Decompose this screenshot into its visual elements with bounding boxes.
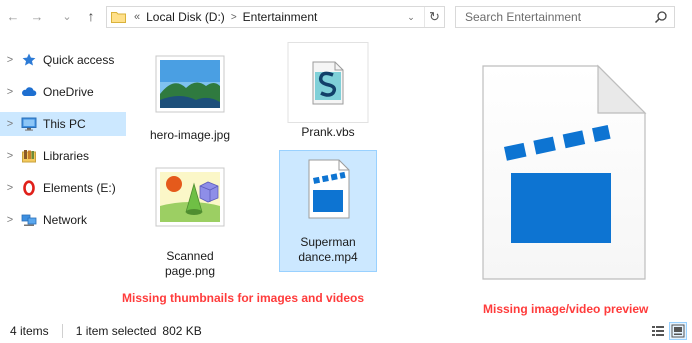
status-bar: 4 items 1 item selected 802 KB bbox=[0, 318, 692, 343]
search-icon[interactable] bbox=[654, 10, 668, 24]
address-toolbar: ← → ⌄ ↑ « Local Disk (D:) > Entertainmen… bbox=[0, 0, 692, 34]
nav-item-label: Quick access bbox=[43, 53, 115, 67]
back-button[interactable]: ← bbox=[4, 6, 22, 26]
file-name: Prank.vbs bbox=[301, 125, 355, 139]
video-clapper-icon bbox=[308, 159, 350, 219]
vbscript-icon bbox=[287, 42, 369, 123]
preview-pane bbox=[480, 63, 650, 283]
file-item-prank-vbs[interactable]: Prank.vbs bbox=[279, 42, 377, 140]
selection-count: 1 item selected bbox=[75, 323, 157, 338]
file-item-hero-image[interactable]: hero-image.jpg bbox=[141, 42, 239, 143]
refresh-icon[interactable]: ↻ bbox=[424, 7, 444, 27]
nav-item-quick-access[interactable]: > Quick access bbox=[0, 48, 126, 72]
expand-chevron-icon[interactable]: > bbox=[1, 150, 19, 162]
nav-item-label: Libraries bbox=[43, 149, 90, 163]
video-file-preview-icon bbox=[482, 64, 647, 280]
selection-size: 802 KB bbox=[162, 323, 202, 338]
address-bar[interactable]: « Local Disk (D:) > Entertainment ⌄ ↻ bbox=[106, 6, 445, 28]
nav-item-label: OneDrive bbox=[43, 85, 94, 99]
star-icon bbox=[22, 53, 36, 66]
search-input[interactable] bbox=[456, 7, 646, 27]
breadcrumb-overflow[interactable]: « bbox=[134, 11, 140, 23]
nav-item-this-pc[interactable]: > This PC bbox=[0, 112, 126, 136]
details-view-button[interactable] bbox=[650, 323, 666, 339]
status-divider bbox=[61, 323, 63, 338]
nav-item-elements-drive[interactable]: > Elements (E:) bbox=[0, 176, 126, 200]
expand-chevron-icon[interactable]: > bbox=[1, 182, 19, 194]
large-icons-view-icon bbox=[671, 324, 685, 338]
nav-item-libraries[interactable]: > Libraries bbox=[0, 144, 126, 168]
shapes-image-icon bbox=[155, 167, 225, 227]
file-name: hero-image.jpg bbox=[149, 128, 231, 142]
back-arrow-icon: ← bbox=[6, 8, 20, 24]
network-icon bbox=[21, 214, 37, 226]
file-list: hero-image.jpg Prank.vbs Scanned page.pn… bbox=[130, 34, 420, 314]
up-arrow-icon: ↑ bbox=[87, 8, 95, 24]
annotation-missing-preview: Missing image/video preview bbox=[483, 302, 649, 316]
nav-item-onedrive[interactable]: > OneDrive bbox=[0, 80, 126, 104]
landscape-image-icon bbox=[155, 55, 225, 113]
nav-item-network[interactable]: > Network bbox=[0, 208, 126, 232]
nav-item-label: This PC bbox=[43, 117, 86, 131]
expand-chevron-icon[interactable]: > bbox=[1, 118, 19, 130]
drive-o-icon bbox=[23, 180, 35, 196]
file-item-superman-dance[interactable]: Superman dance.mp4 bbox=[279, 150, 377, 272]
large-icons-view-button[interactable] bbox=[669, 322, 687, 340]
breadcrumb-local-disk[interactable]: Local Disk (D:) bbox=[146, 10, 225, 24]
expand-chevron-icon[interactable]: > bbox=[1, 54, 19, 66]
search-box[interactable] bbox=[455, 6, 675, 28]
monitor-icon bbox=[21, 117, 37, 131]
libraries-icon bbox=[22, 150, 36, 163]
address-dropdown-icon[interactable]: ⌄ bbox=[404, 7, 418, 27]
view-toggle bbox=[650, 322, 687, 340]
recent-locations-button[interactable]: ⌄ bbox=[60, 6, 74, 26]
nav-item-label: Network bbox=[43, 213, 88, 227]
forward-button[interactable]: → bbox=[28, 6, 46, 26]
expand-chevron-icon[interactable]: > bbox=[1, 214, 19, 226]
cloud-icon bbox=[22, 87, 37, 96]
breadcrumb-entertainment[interactable]: Entertainment bbox=[243, 10, 318, 24]
expand-chevron-icon[interactable]: > bbox=[1, 86, 19, 98]
folder-icon bbox=[111, 12, 126, 23]
navigation-pane: > Quick access > OneDrive > This PC > Li… bbox=[0, 34, 126, 314]
file-name: Scanned page.png bbox=[164, 249, 216, 278]
forward-arrow-icon: → bbox=[30, 8, 44, 24]
file-item-scanned-page[interactable]: Scanned page.png bbox=[141, 162, 239, 279]
nav-item-label: Elements (E:) bbox=[43, 181, 116, 195]
details-view-icon bbox=[652, 326, 664, 336]
item-count: 4 items bbox=[10, 323, 49, 338]
up-button[interactable]: ↑ bbox=[82, 6, 100, 26]
file-name: Superman dance.mp4 bbox=[298, 235, 358, 264]
chevron-down-icon: ⌄ bbox=[62, 10, 72, 23]
breadcrumb-separator[interactable]: > bbox=[231, 12, 237, 23]
annotation-missing-thumbnails: Missing thumbnails for images and videos bbox=[122, 291, 365, 305]
